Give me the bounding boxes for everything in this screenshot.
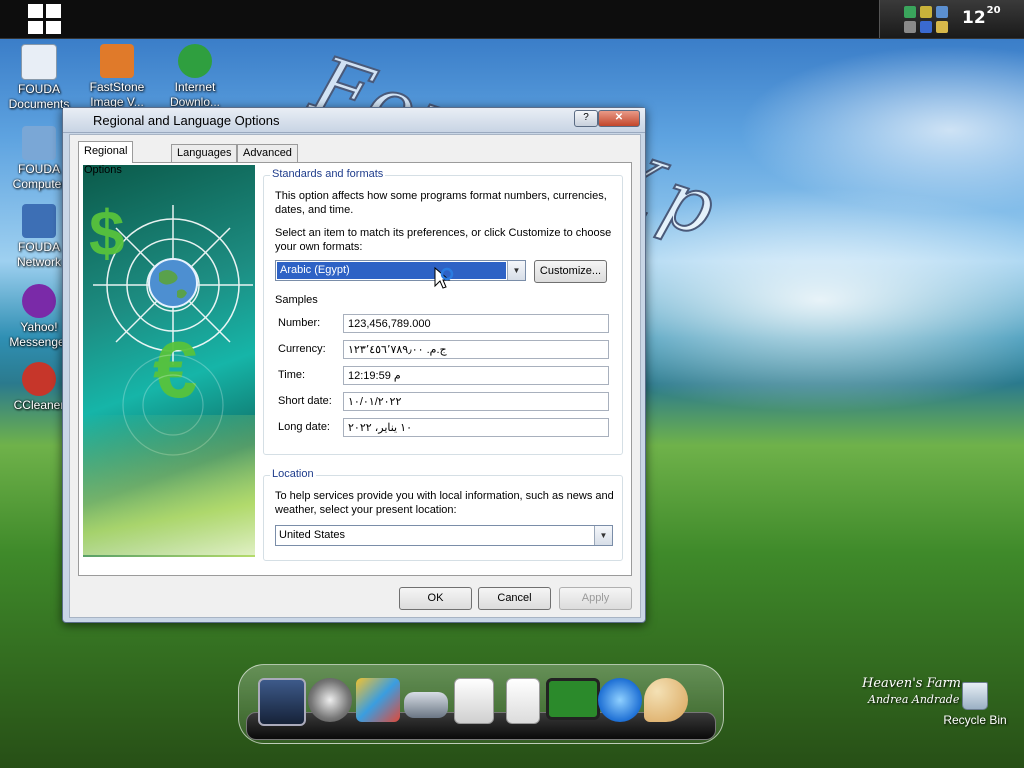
sample-short-date-value: ١٠/٠١/٢٠٢٢ xyxy=(343,392,609,411)
apply-button[interactable]: Apply xyxy=(559,587,632,610)
mouse-cursor-icon xyxy=(434,266,454,289)
internet-explorer-icon[interactable] xyxy=(598,678,642,722)
cancel-button[interactable]: Cancel xyxy=(478,587,551,610)
tray-icons xyxy=(898,3,958,35)
location-group: Location To help services provide you wi… xyxy=(263,468,623,561)
recycle-can-icon[interactable] xyxy=(506,678,540,724)
desktop-icon-recycle-bin[interactable]: Recycle Bin xyxy=(940,682,1010,727)
clock-hour: 12 xyxy=(962,8,986,28)
standards-legend: Standards and formats xyxy=(270,168,386,180)
format-dropdown[interactable]: Arabic (Egypt) ▼ xyxy=(275,260,526,281)
ccleaner-icon xyxy=(22,362,56,396)
dollar-icon[interactable] xyxy=(920,6,932,18)
sample-long-date-value: ١٠ يناير، ٢٠٢٢ xyxy=(343,418,609,437)
title-bar[interactable]: Regional and Language Options ? ✕ xyxy=(63,108,645,133)
select-prompt: Select an item to match its preferences,… xyxy=(275,227,612,253)
clock[interactable]: 1220 xyxy=(962,5,1001,28)
sample-number-value: 123,456,789.000 xyxy=(343,314,609,333)
help-button[interactable]: ? xyxy=(574,110,598,127)
samples-label: Samples xyxy=(275,294,318,306)
tab-regional-options[interactable]: Regional Options xyxy=(78,141,134,176)
sample-currency-label: Currency: xyxy=(278,343,326,355)
selected-location: United States xyxy=(279,529,346,541)
sample-time-value: 12:19:59 م xyxy=(343,366,609,385)
sample-short-date-label: Short date: xyxy=(278,395,332,407)
ok-button[interactable]: OK xyxy=(399,587,472,610)
desktop-icon-internet-download[interactable]: Internet Downlo... xyxy=(158,44,232,110)
removable-drive-icon[interactable] xyxy=(454,678,494,724)
start-button[interactable] xyxy=(28,4,62,34)
close-button[interactable]: ✕ xyxy=(598,110,640,127)
location-dropdown[interactable]: United States ▼ xyxy=(275,525,613,546)
svg-text:€: € xyxy=(153,325,198,414)
standards-description: This option affects how some programs fo… xyxy=(275,190,607,216)
wand-icon[interactable] xyxy=(936,21,948,33)
display-icon[interactable] xyxy=(546,678,600,720)
keyboard-layout-icon[interactable] xyxy=(920,21,932,33)
documents-icon xyxy=(21,44,57,80)
regional-language-options-dialog: Regional and Language Options ? ✕ Region… xyxy=(62,107,646,623)
clock-minute: 20 xyxy=(986,5,1001,16)
chevron-down-icon[interactable]: ▼ xyxy=(507,261,525,280)
chevron-down-icon[interactable]: ▼ xyxy=(594,526,612,545)
svg-text:$: $ xyxy=(89,197,125,269)
dialog-body: Regional Options Languages Advanced $ € … xyxy=(69,134,641,618)
idm-icon xyxy=(178,44,212,78)
faststone-icon xyxy=(100,44,134,78)
sample-time-label: Time: xyxy=(278,369,306,381)
busy-spinner-icon xyxy=(440,267,454,281)
desktop-icon-faststone[interactable]: FastStone Image V... xyxy=(80,44,154,110)
sample-currency-value: ج.م.‏ ١٢٣٬٤٥٦٬٧٨٩٫٠٠ xyxy=(343,340,609,359)
selected-format: Arabic (Egypt) xyxy=(277,262,506,279)
checkmark-icon[interactable] xyxy=(904,6,916,18)
tab-advanced[interactable]: Advanced xyxy=(237,144,298,162)
drive-icon[interactable] xyxy=(404,692,448,718)
monitor-icon[interactable] xyxy=(258,678,306,726)
standards-and-formats-group: Standards and formats This option affect… xyxy=(263,168,623,455)
regional-options-page: $ € Standards and formats This option af… xyxy=(78,162,632,576)
network-icon xyxy=(22,204,56,238)
regional-options-banner: $ € xyxy=(83,165,255,557)
window-icon[interactable] xyxy=(936,6,948,18)
desktop-icon-fouda-documents[interactable]: FOUDA Documents xyxy=(2,44,76,112)
top-taskbar: 1220 xyxy=(0,0,1024,39)
photo-gallery-icon[interactable] xyxy=(356,678,400,722)
customize-button[interactable]: Customize... xyxy=(534,260,607,283)
settings-gear-icon[interactable] xyxy=(308,678,352,722)
sample-number-label: Number: xyxy=(278,317,321,329)
dialog-title: Regional and Language Options xyxy=(93,113,280,128)
system-tray: 1220 xyxy=(879,0,1024,38)
location-legend: Location xyxy=(270,468,316,480)
computer-icon xyxy=(22,126,56,160)
gear-icon[interactable] xyxy=(904,21,916,33)
windows-logo-icon xyxy=(28,4,43,18)
tab-languages[interactable]: Languages xyxy=(171,144,238,162)
paint-palette-icon[interactable] xyxy=(644,678,688,722)
recycle-bin-icon xyxy=(962,682,988,710)
sample-long-date-label: Long date: xyxy=(278,421,330,433)
location-description: To help services provide you with local … xyxy=(275,490,614,516)
yahoo-messenger-icon xyxy=(22,284,56,318)
